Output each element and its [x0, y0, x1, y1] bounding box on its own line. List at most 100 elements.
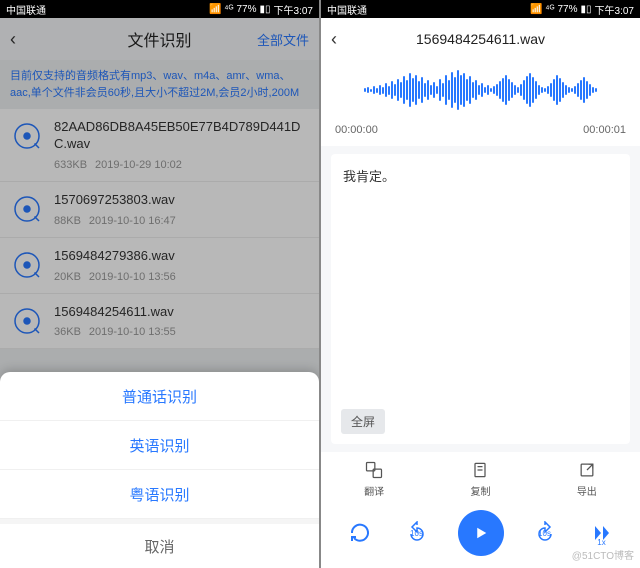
wave-bar	[427, 80, 429, 100]
audio-file-icon	[12, 250, 42, 280]
wave-bar	[553, 79, 555, 101]
wave-bar	[532, 77, 534, 103]
cancel-button[interactable]: 取消	[0, 519, 319, 568]
wave-bar	[415, 75, 417, 105]
wave-bar	[430, 85, 432, 95]
wave-bar	[490, 88, 492, 92]
waveform[interactable]	[321, 60, 640, 120]
tool-label: 翻译	[364, 483, 384, 498]
wave-bar	[460, 75, 462, 105]
wave-bar	[547, 86, 549, 94]
transcript-area: 我肯定。 全屏	[331, 154, 630, 444]
file-row[interactable]: 1569484279386.wav 20KB2019-10-10 13:56	[0, 238, 319, 294]
wave-bar	[367, 87, 369, 93]
carrier: 中国联通	[327, 2, 367, 17]
file-row[interactable]: 1570697253803.wav 88KB2019-10-10 16:47	[0, 182, 319, 238]
wave-bar	[514, 85, 516, 95]
wave-bar	[448, 80, 450, 100]
wave-bar	[589, 84, 591, 96]
phone-left: 中国联通 📶 ⁴ᴳ 77% ▮▯ 下午3:07 ‹ 文件识别 全部文件 目前仅支…	[0, 0, 319, 568]
wave-bar	[454, 77, 456, 103]
wave-bar	[586, 81, 588, 99]
signal-icon: 📶 ⁴ᴳ	[209, 4, 234, 15]
wave-bar	[472, 82, 474, 98]
status-bar: 中国联通 📶 ⁴ᴳ 77% ▮▯ 下午3:07	[0, 0, 319, 18]
translate-button[interactable]: 翻译	[364, 460, 384, 498]
wave-bar	[520, 84, 522, 96]
wave-bar	[565, 85, 567, 95]
format-hint: 目前仅支持的音频格式有mp3、wav、m4a、amr、wma、aac,单个文件非…	[0, 60, 319, 109]
wave-bar	[385, 83, 387, 97]
copy-button[interactable]: 复制	[470, 460, 490, 498]
phone-right: 中国联通 📶 ⁴ᴳ 77% ▮▯ 下午3:07 ‹ 1569484254611.…	[321, 0, 640, 568]
file-name: 1569484279386.wav	[54, 248, 307, 265]
wave-bar	[451, 72, 453, 108]
wave-bar	[544, 88, 546, 92]
audio-file-icon	[12, 121, 42, 151]
wave-bar	[496, 84, 498, 96]
forward-10s-button[interactable]: 10s	[529, 517, 561, 549]
wave-bar	[523, 80, 525, 100]
file-date: 2019-10-10 13:56	[89, 271, 176, 283]
audio-file-icon	[12, 194, 42, 224]
page-title: 1569484254611.wav	[416, 31, 545, 47]
file-row[interactable]: 82AAD86DB8A45EB50E77B4D789D441DC.wav 633…	[0, 109, 319, 182]
wave-bar	[505, 75, 507, 105]
back-icon[interactable]: ‹	[331, 29, 337, 50]
translate-icon	[364, 460, 384, 480]
export-icon	[577, 460, 597, 480]
wave-bar	[478, 85, 480, 95]
status-bar: 中国联通 📶 ⁴ᴳ 77% ▮▯ 下午3:07	[321, 0, 640, 18]
wave-bar	[436, 86, 438, 94]
wave-bar	[379, 85, 381, 95]
copy-icon	[470, 460, 490, 480]
wave-bar	[442, 83, 444, 97]
back-icon[interactable]: ‹	[10, 29, 16, 50]
wave-bar	[463, 73, 465, 107]
export-button[interactable]: 导出	[577, 460, 597, 498]
all-files-button[interactable]: 全部文件	[257, 30, 309, 49]
fullscreen-button[interactable]: 全屏	[341, 409, 385, 434]
loop-button[interactable]	[344, 517, 376, 549]
file-list: 82AAD86DB8A45EB50E77B4D789D441DC.wav 633…	[0, 109, 319, 349]
wave-bar	[502, 78, 504, 102]
wave-bar	[376, 88, 378, 93]
english-option[interactable]: 英语识别	[0, 421, 319, 470]
speed-button[interactable]: 1x	[586, 517, 618, 549]
wave-bar	[469, 76, 471, 104]
wave-bar	[475, 80, 477, 100]
wave-bar	[439, 79, 441, 101]
wave-bar	[466, 79, 468, 101]
wave-bar	[406, 80, 408, 100]
wave-bar	[595, 88, 597, 92]
battery-percent: 77%	[558, 4, 578, 15]
wave-bar	[583, 77, 585, 103]
time-end: 00:00:01	[583, 124, 626, 136]
file-row[interactable]: 1569484254611.wav 36KB2019-10-10 13:55	[0, 294, 319, 350]
wave-bar	[397, 79, 399, 101]
cantonese-option[interactable]: 粤语识别	[0, 470, 319, 519]
signal-icon: 📶 ⁴ᴳ	[530, 4, 555, 15]
action-sheet: 普通话识别 英语识别 粤语识别 取消	[0, 372, 319, 568]
play-button[interactable]	[458, 510, 504, 556]
wave-bar	[493, 86, 495, 94]
nav-bar: ‹ 1569484254611.wav	[321, 18, 640, 60]
wave-bar	[499, 81, 501, 99]
wave-bar	[562, 82, 564, 98]
audio-file-icon	[12, 306, 42, 336]
wave-bar	[568, 87, 570, 93]
wave-bar	[418, 81, 420, 99]
file-date: 2019-10-10 13:55	[89, 326, 176, 338]
tool-label: 复制	[470, 483, 490, 498]
mandarin-option[interactable]: 普通话识别	[0, 372, 319, 421]
wave-bar	[556, 75, 558, 105]
clock: 下午3:07	[595, 2, 634, 17]
page-title: 文件识别	[127, 27, 191, 51]
wave-bar	[409, 73, 411, 107]
wave-bar	[535, 81, 537, 99]
play-icon	[472, 524, 490, 542]
wave-bar	[592, 87, 594, 93]
rewind-10s-button[interactable]: 10s	[401, 517, 433, 549]
time-row: 00:00:00 00:00:01	[321, 120, 640, 146]
file-size: 88KB	[54, 215, 81, 227]
